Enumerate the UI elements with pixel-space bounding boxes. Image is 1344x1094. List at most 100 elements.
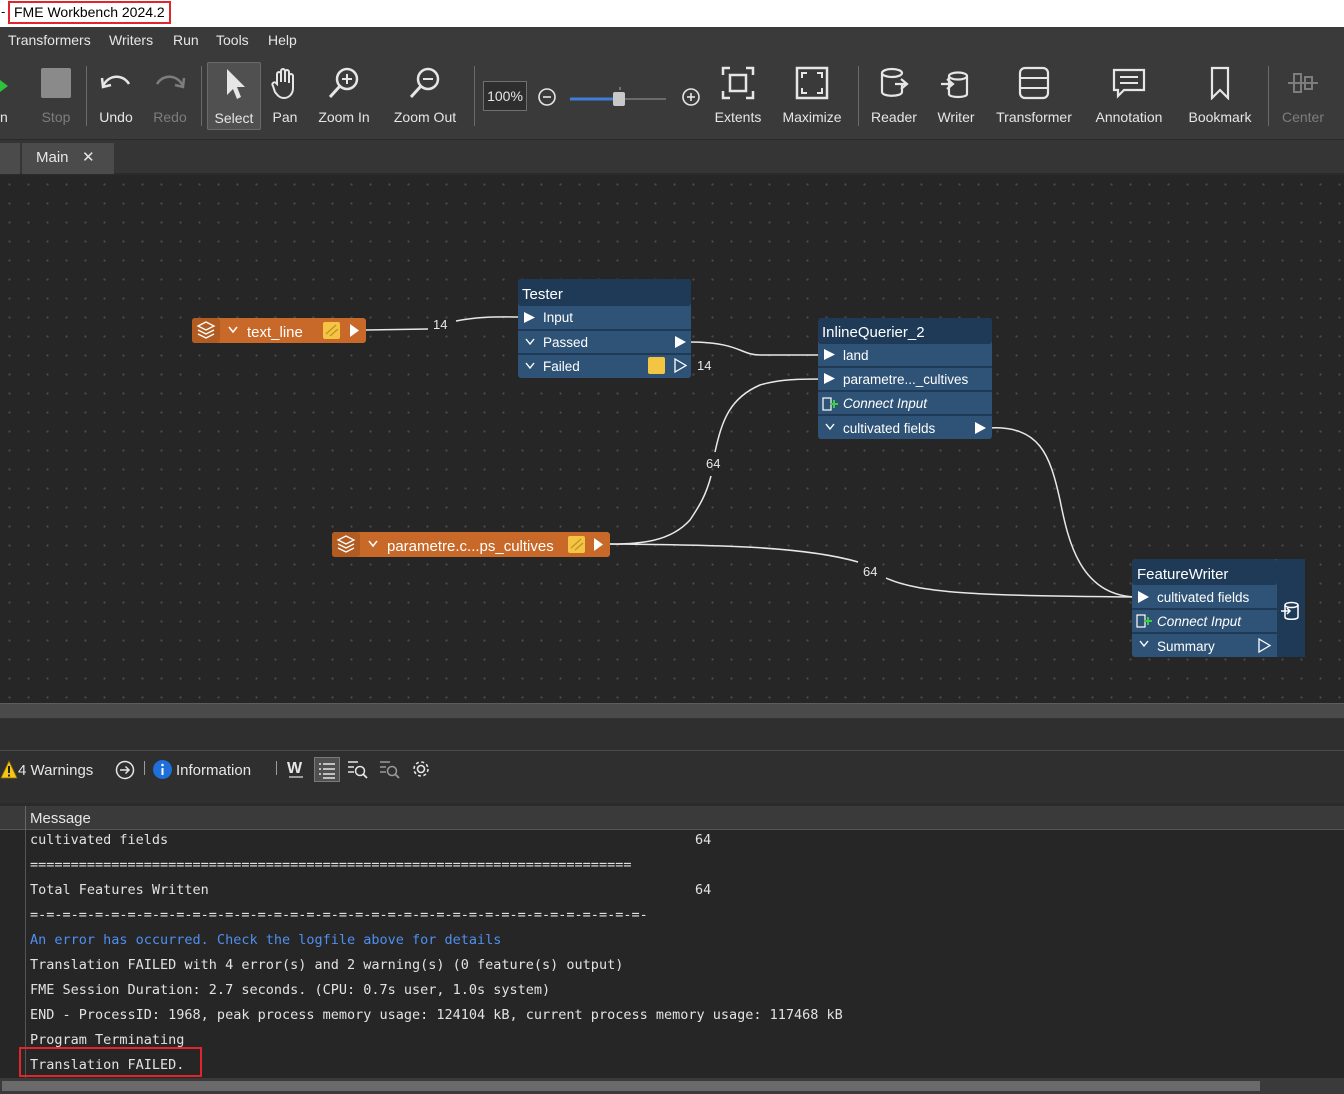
bookmark-button[interactable]: Bookmark: [1184, 62, 1256, 130]
pan-tool-button[interactable]: Pan: [266, 62, 304, 130]
connection-param-querier-a: [609, 475, 712, 545]
zoom-minus-icon[interactable]: [536, 86, 558, 108]
svg-text:parametre..._cultives: parametre..._cultives: [843, 372, 969, 387]
inspect-icon: [648, 357, 665, 374]
annotation-icon: [1112, 68, 1146, 99]
center-button[interactable]: Center: [1278, 62, 1328, 130]
stop-button[interactable]: Stop: [36, 62, 76, 130]
menu-writers[interactable]: Writers: [109, 32, 153, 48]
run-partial-button[interactable]: n: [0, 62, 14, 130]
log-line: =-=-=-=-=-=-=-=-=-=-=-=-=-=-=-=-=-=-=-=-…: [30, 907, 648, 923]
reader-parametre[interactable]: parametre.c...ps_cultives: [332, 532, 610, 557]
count-param-querier: 64: [706, 456, 720, 471]
info-icon: [153, 760, 172, 779]
transformer-inlinequerier[interactable]: InlineQuerier_2 land parametre..._cultiv…: [818, 318, 992, 439]
menu-run[interactable]: Run: [173, 32, 199, 48]
toolbar: n Stop Undo Redo Select Pan Zoom In Zoom…: [0, 54, 1344, 140]
log-line: cultivated fields: [30, 832, 169, 848]
gear-icon[interactable]: [410, 758, 432, 780]
close-tab-icon[interactable]: ✕: [82, 143, 95, 173]
svg-text:cultivated fields: cultivated fields: [1157, 590, 1250, 605]
reader-button[interactable]: Reader: [868, 62, 920, 130]
panel-splitter[interactable]: [0, 703, 1344, 719]
hand-icon: [271, 68, 294, 100]
menu-tools[interactable]: Tools: [216, 32, 249, 48]
zoom-in-icon: [328, 67, 359, 99]
writer-button[interactable]: Writer: [932, 62, 980, 130]
tab-previous[interactable]: [0, 143, 20, 174]
scrollbar-thumb[interactable]: [2, 1081, 1260, 1091]
horizontal-scrollbar[interactable]: [0, 1078, 1344, 1094]
log-line: FME Session Duration: 2.7 seconds. (CPU:…: [30, 982, 551, 998]
reader-icon: [880, 67, 909, 97]
log-error-line: An error has occurred. Check the logfile…: [30, 932, 502, 948]
zoom-slider[interactable]: [566, 84, 672, 108]
connection-param-querier-b: [714, 378, 827, 453]
inspect-icon: [568, 536, 585, 553]
connection-querier-writer: [987, 427, 1139, 598]
connection-textline-tester-2: [455, 316, 525, 322]
svg-text:Passed: Passed: [543, 335, 588, 350]
log-column-header: Message: [0, 806, 1344, 830]
count-param-writer: 64: [863, 564, 877, 579]
log-line: END - ProcessID: 1968, peak process memo…: [30, 1007, 843, 1023]
connection-param-writer-b: [885, 577, 1139, 598]
log-count: 64: [695, 832, 712, 848]
wrap-text-icon[interactable]: W: [285, 758, 307, 780]
count-textline: 14: [433, 317, 447, 332]
undo-button[interactable]: Undo: [94, 62, 138, 130]
log-count: 64: [695, 882, 712, 898]
count-failed: 14: [697, 358, 711, 373]
svg-text:Summary: Summary: [1157, 639, 1215, 654]
svg-text:cultivated fields: cultivated fields: [843, 421, 936, 436]
svg-text:Failed: Failed: [543, 359, 580, 374]
zoom-out-button[interactable]: Zoom Out: [388, 62, 462, 130]
bookmark-icon: [1210, 66, 1230, 100]
maximize-icon: [795, 66, 829, 100]
log-panel-titlebar: [0, 719, 1344, 751]
svg-text:Input: Input: [543, 310, 573, 325]
svg-text:parametre.c...ps_cultives: parametre.c...ps_cultives: [387, 538, 554, 555]
undo-icon: [100, 75, 131, 89]
find-next-icon[interactable]: [378, 758, 400, 780]
stop-icon: [41, 68, 71, 98]
log-line: ========================================…: [30, 857, 632, 873]
log-final-line: Translation FAILED.: [30, 1057, 185, 1073]
connection-textline-tester: [365, 328, 429, 331]
menu-transformers[interactable]: Transformers: [8, 32, 91, 48]
log-line: Program Terminating: [30, 1032, 185, 1048]
center-icon: [1288, 73, 1318, 93]
zoom-in-button[interactable]: Zoom In: [313, 62, 375, 130]
tab-main[interactable]: Main ✕: [22, 143, 114, 174]
maximize-button[interactable]: Maximize: [778, 62, 846, 130]
arrow-right-circle-icon[interactable]: [114, 759, 136, 781]
annotation-button[interactable]: Annotation: [1090, 62, 1168, 130]
list-view-toggle[interactable]: [314, 757, 340, 782]
extents-button[interactable]: Extents: [712, 62, 764, 130]
log-line: Translation FAILED with 4 error(s) and 2…: [30, 957, 624, 973]
run-icon: [0, 80, 8, 92]
find-icon[interactable]: [346, 758, 368, 780]
title-dash: -: [1, 4, 6, 19]
transformer-button[interactable]: Transformer: [992, 62, 1076, 130]
list-icon: [319, 763, 335, 779]
window-title: FME Workbench 2024.2: [8, 1, 171, 24]
connection-param-writer-a: [609, 543, 859, 563]
redo-button[interactable]: Redo: [148, 62, 192, 130]
workspace-canvas[interactable]: 14 14 64 64 text_line parametre.c...ps_c…: [0, 175, 1344, 703]
select-tool-button[interactable]: Select: [207, 62, 261, 130]
zoom-level-field[interactable]: 100%: [483, 81, 527, 111]
svg-text:land: land: [843, 348, 869, 363]
menu-help[interactable]: Help: [268, 32, 297, 48]
zoom-plus-icon[interactable]: [680, 86, 702, 108]
svg-text:InlineQuerier_2: InlineQuerier_2: [822, 324, 925, 341]
reader-text-line[interactable]: text_line: [192, 318, 366, 343]
transformer-tester[interactable]: Tester Input Passed Failed: [518, 279, 691, 378]
transformer-icon: [1018, 66, 1050, 100]
tab-bar: Main ✕: [0, 140, 1344, 174]
warning-icon: [0, 760, 18, 779]
log-line: Total Features Written: [30, 882, 209, 898]
message-column-header[interactable]: Message: [30, 810, 91, 827]
title-bar: - FME Workbench 2024.2: [0, 0, 1344, 27]
transformer-featurewriter[interactable]: FeatureWriter cultivated fields Connect …: [1132, 559, 1305, 657]
